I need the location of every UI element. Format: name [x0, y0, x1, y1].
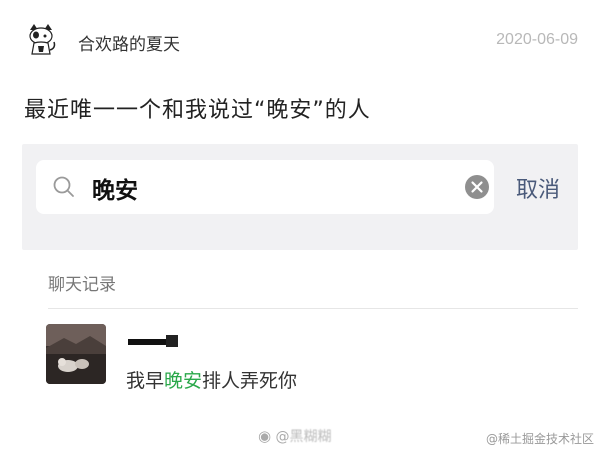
weibo-at: @	[275, 429, 290, 445]
search-query: 晚安	[92, 178, 138, 204]
search-icon	[52, 175, 76, 199]
divider	[48, 308, 578, 309]
chat-result-text: 我早晚安排人弄死你	[126, 366, 297, 393]
chat-result-item[interactable]: 我早晚安排人弄死你	[22, 312, 578, 400]
post-text: 最近唯一一个和我说过“晚安”的人	[24, 98, 371, 123]
contact-avatar	[46, 324, 106, 384]
cat-avatar-icon[interactable]	[24, 22, 58, 56]
result-text-highlight: 晚安	[164, 370, 203, 392]
cancel-button[interactable]: 取消	[516, 172, 560, 204]
search-input[interactable]: 晚安	[36, 160, 494, 214]
result-text-after: 排人弄死你	[202, 370, 298, 392]
weibo-watermark: ◉ @黑糊糊	[258, 426, 332, 446]
section-label-chat-history: 聊天记录	[48, 275, 116, 295]
clear-icon[interactable]	[464, 174, 490, 200]
post-header: 合欢路的夏天 2020-06-09	[0, 0, 600, 80]
redacted-contact-name	[128, 334, 180, 348]
juejin-watermark: @稀土掘金技术社区	[485, 432, 594, 446]
post-date: 2020-06-09	[496, 31, 578, 48]
result-text-before: 我早	[126, 370, 165, 392]
weibo-name: 黑糊糊	[289, 429, 332, 445]
weibo-logo-icon: ◉	[258, 427, 272, 445]
search-screenshot-panel: 晚安 取消	[22, 144, 578, 250]
username[interactable]: 合欢路的夏天	[78, 30, 180, 55]
